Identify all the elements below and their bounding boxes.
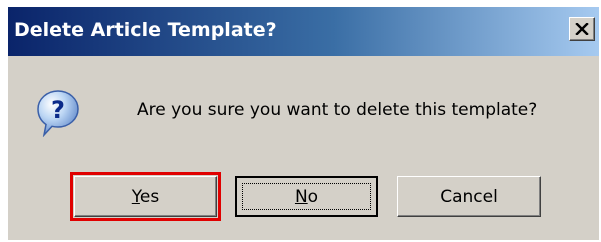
close-button[interactable] xyxy=(569,17,595,41)
confirmation-message: Are you sure you want to delete this tem… xyxy=(137,100,538,120)
no-button[interactable]: No xyxy=(235,176,378,217)
title-bar[interactable]: Delete Article Template? xyxy=(8,7,599,56)
no-button-label: No xyxy=(294,186,319,207)
cancel-button[interactable]: Cancel xyxy=(397,176,541,217)
dialog-title: Delete Article Template? xyxy=(14,19,277,41)
close-icon xyxy=(575,23,589,35)
yes-button[interactable]: Yes xyxy=(74,176,217,217)
svg-text:?: ? xyxy=(51,96,65,124)
question-icon: ? xyxy=(37,90,79,137)
yes-button-label: Yes xyxy=(131,186,160,207)
cancel-button-label: Cancel xyxy=(440,186,498,207)
dialog-window: Delete Article Template? ? Are you sure … xyxy=(8,7,599,240)
